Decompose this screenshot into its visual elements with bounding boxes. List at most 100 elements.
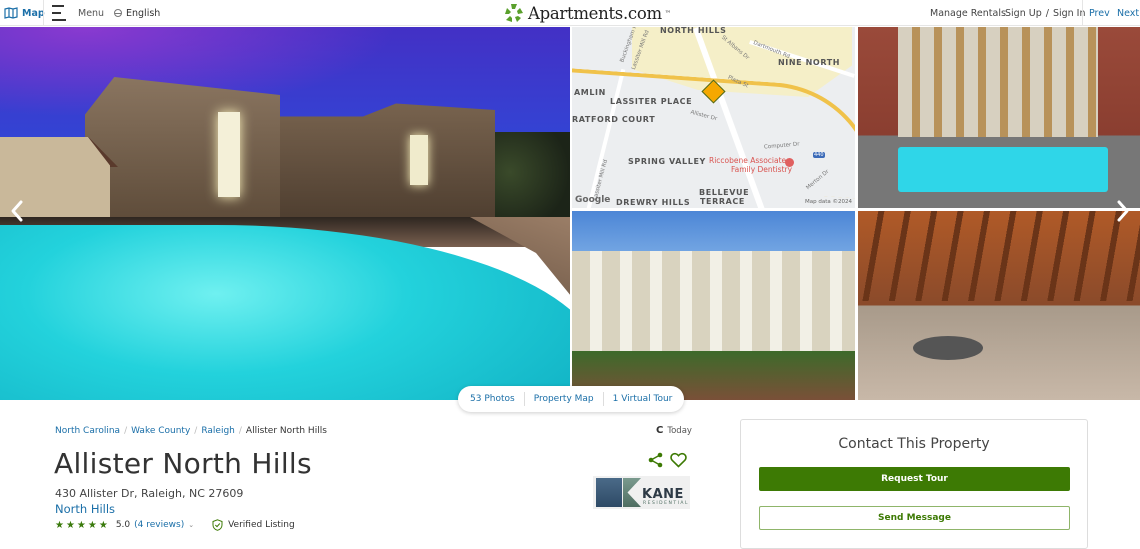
- gallery-next-arrow[interactable]: [1115, 199, 1131, 223]
- menu-label: Menu: [78, 7, 105, 19]
- verified-label: Verified Listing: [228, 520, 295, 530]
- photos-link[interactable]: 53 Photos: [470, 394, 515, 404]
- pool-courtyard-photo[interactable]: [858, 27, 1140, 208]
- logo-block: [596, 478, 622, 507]
- media-links-pill: 53 Photos Property Map 1 Virtual Tour: [458, 386, 685, 412]
- last-updated: C Today: [656, 425, 692, 436]
- auth-links: Sign Up / Sign In: [1005, 0, 1086, 26]
- breadcrumb-separator: /: [124, 426, 128, 436]
- map-label: RATFORD COURT: [572, 115, 656, 124]
- logo-block: [623, 478, 641, 507]
- star-rating-icon: ★★★★★: [55, 519, 110, 531]
- map-label: TERRACE: [700, 197, 745, 206]
- breadcrumb-city[interactable]: Raleigh: [201, 426, 235, 436]
- chevron-down-icon[interactable]: ⌄: [188, 521, 194, 529]
- neighborhood-link[interactable]: North Hills: [55, 502, 115, 516]
- pool-water: [0, 225, 570, 400]
- dentist-pin-icon: [785, 158, 794, 167]
- reviews-link[interactable]: (4 reviews): [134, 520, 184, 530]
- hero-photo[interactable]: [0, 27, 570, 400]
- lit-stairwell: [410, 135, 428, 185]
- next-label: Next: [1117, 7, 1140, 19]
- map-label: SPRING VALLEY: [628, 157, 706, 166]
- map-button[interactable]: Map: [4, 0, 45, 26]
- pergola-beams: [858, 211, 1140, 301]
- map-label: AMLIN: [574, 88, 606, 97]
- building-right: [275, 103, 495, 227]
- apartments-logo[interactable]: Apartments.com ™: [503, 0, 671, 26]
- breadcrumb-state[interactable]: North Carolina: [55, 426, 120, 436]
- prev-listing-link[interactable]: Prev: [1089, 0, 1110, 26]
- divider: [1082, 0, 1083, 26]
- menu-button[interactable]: Menu: [52, 0, 104, 26]
- rating-value: 5.0: [115, 520, 131, 530]
- breadcrumb-separator: /: [238, 426, 242, 436]
- verified-listing-badge: Verified Listing: [212, 519, 295, 531]
- language-selector[interactable]: English: [114, 0, 160, 26]
- map-label: LASSITER PLACE: [610, 97, 693, 106]
- divider: [523, 392, 525, 406]
- photo-gallery: NORTH HILLS NINE NORTH AMLIN LASSITER PL…: [0, 27, 1140, 400]
- trademark: ™: [664, 9, 671, 17]
- request-tour-button[interactable]: Request Tour: [759, 467, 1070, 491]
- globe-icon: [114, 9, 122, 17]
- pergola-patio-photo[interactable]: [858, 211, 1140, 400]
- divider: [43, 0, 44, 26]
- property-map[interactable]: NORTH HILLS NINE NORTH AMLIN LASSITER PL…: [572, 27, 855, 208]
- prev-label: Prev: [1089, 7, 1110, 19]
- breadcrumb-current: Allister North Hills: [245, 426, 327, 436]
- map-label: NORTH HILLS: [660, 27, 727, 35]
- property-map-link[interactable]: Property Map: [534, 394, 594, 404]
- poi-line-2: Family Dentistry: [731, 165, 793, 174]
- property-manager-logo[interactable]: KANE RESIDENTIAL: [593, 476, 690, 509]
- logo-text: Apartments.com: [528, 3, 662, 23]
- building-facade: [898, 27, 1098, 137]
- next-listing-link[interactable]: Next: [1117, 0, 1139, 26]
- divider: [602, 392, 604, 406]
- map-label: DREWRY HILLS: [616, 198, 691, 207]
- property-address: 430 Allister Dr, Raleigh, NC 27609: [55, 487, 244, 500]
- top-nav-bar: Map Menu English Apartments.com ™ Manage …: [0, 0, 1140, 26]
- updated-label: Today: [667, 425, 692, 436]
- map-data-attribution: Map data ©2024: [805, 199, 852, 205]
- chevron-right-icon: [1117, 200, 1129, 222]
- building-facade: [572, 251, 855, 361]
- manage-rentals-link[interactable]: Manage Rentals: [930, 0, 1006, 26]
- share-icon[interactable]: [648, 452, 663, 468]
- refresh-icon: C: [656, 425, 664, 436]
- patio-table: [913, 336, 983, 360]
- map-label: Map: [22, 7, 45, 19]
- auth-separator: /: [1045, 7, 1049, 19]
- sign-in-link[interactable]: Sign In: [1053, 8, 1086, 19]
- building-main: [85, 77, 280, 227]
- favorite-heart-icon[interactable]: [670, 452, 687, 468]
- breadcrumb-county[interactable]: Wake County: [131, 426, 190, 436]
- manage-rentals-label: Manage Rentals: [930, 7, 1006, 19]
- building-front-photo[interactable]: [572, 211, 855, 400]
- chevron-left-icon: [11, 200, 23, 222]
- gallery-prev-arrow[interactable]: [9, 199, 25, 223]
- shield-check-icon: [212, 519, 223, 531]
- recycle-leaf-logo-icon: [505, 4, 523, 22]
- pool-water: [898, 147, 1108, 192]
- property-title: Allister North Hills: [54, 447, 312, 480]
- google-logo: Google: [575, 195, 611, 205]
- manager-name: KANE: [642, 487, 684, 502]
- send-message-button[interactable]: Send Message: [759, 506, 1070, 530]
- lit-stairwell: [218, 112, 240, 197]
- virtual-tour-link[interactable]: 1 Virtual Tour: [613, 394, 673, 404]
- language-label: English: [126, 7, 161, 19]
- hamburger-icon: [52, 5, 66, 21]
- interstate-shield-icon: 440: [813, 152, 825, 158]
- poi-line-1: Riccobene Associates: [709, 156, 791, 165]
- sign-up-link[interactable]: Sign Up: [1005, 8, 1042, 19]
- map-icon: [4, 7, 18, 19]
- map-label: BELLEVUE: [699, 188, 750, 197]
- breadcrumb: North Carolina / Wake County / Raleigh /…: [55, 426, 327, 436]
- contact-card: Contact This Property Request Tour Send …: [740, 419, 1088, 549]
- poi-dentistry[interactable]: Riccobene Associates Family Dentistry: [709, 156, 792, 174]
- manager-subtitle: RESIDENTIAL: [643, 501, 689, 506]
- rating-row: ★★★★★ 5.0 (4 reviews) ⌄ Verified Listing: [55, 519, 295, 531]
- contact-title: Contact This Property: [838, 436, 990, 452]
- breadcrumb-separator: /: [194, 426, 198, 436]
